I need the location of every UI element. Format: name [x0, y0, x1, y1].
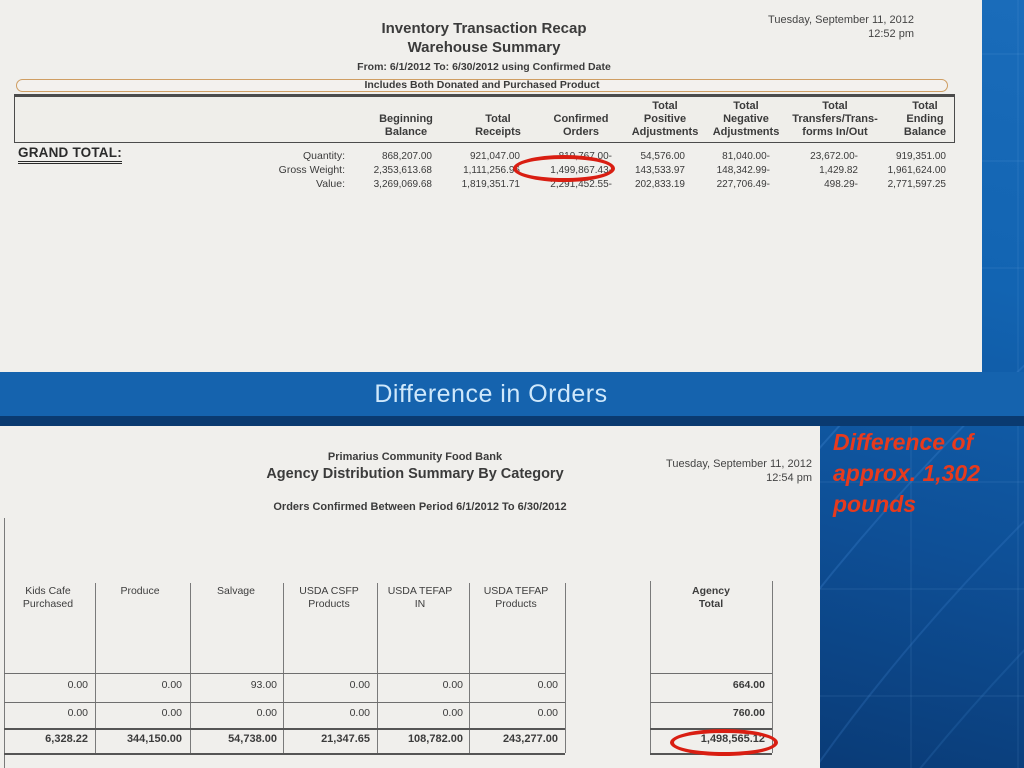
- cell: 0.00: [537, 707, 558, 719]
- col-header-total-receipts: Total Receipts: [475, 113, 521, 138]
- cell: 0.00: [161, 679, 182, 691]
- cell: 108,782.00: [407, 733, 463, 745]
- col-header-total-negative-adjustments: Total Negative Adjustments: [712, 100, 780, 138]
- cell: 2,353,613.68: [373, 165, 432, 176]
- cell: 54,738.00: [228, 733, 277, 745]
- cell: 93.00: [250, 679, 277, 691]
- inventory-recap-report: Tuesday, September 11, 2012 12:52 pm Inv…: [0, 0, 982, 372]
- table-rule: [565, 583, 566, 753]
- cell-agency-total: 664.00: [732, 679, 765, 691]
- cell: 2,771,597.25: [887, 179, 946, 190]
- col-header-kids-cafe-purchased: Kids Cafe Purchased: [22, 585, 74, 610]
- cell: 227,706.49-: [716, 179, 770, 190]
- col-header-total-positive-adjustments: Total Positive Adjustments: [631, 100, 699, 138]
- cell: 919,351.00: [895, 151, 946, 162]
- col-header-usda-tefap-in: USDA TEFAP IN: [387, 585, 453, 610]
- cell: 0.00: [349, 707, 370, 719]
- band-divider: [0, 416, 1024, 426]
- report-time: 12:54 pm: [766, 472, 812, 484]
- cell: 0.00: [67, 707, 88, 719]
- col-header-produce: Produce: [120, 585, 160, 597]
- slide-title: Difference in Orders: [374, 380, 608, 408]
- cell: 1,429.82: [819, 165, 858, 176]
- cell: 868,207.00: [381, 151, 432, 162]
- row-label: Value:: [316, 178, 345, 190]
- cell: 344,150.00: [126, 733, 182, 745]
- col-header-beginning-balance: Beginning Balance: [379, 113, 433, 138]
- table-rule: [650, 702, 772, 703]
- cell: 3,269,069.68: [373, 179, 432, 190]
- difference-annotation: Difference of approx. 1,302 pounds: [833, 429, 981, 517]
- table-row-quantity: Quantity: 868,207.00 921,047.00 819,767.…: [14, 150, 955, 163]
- report-date: Tuesday, September 11, 2012: [666, 458, 812, 470]
- agency-distribution-report: Primarius Community Food Bank Agency Dis…: [0, 426, 820, 768]
- cell: 21,347.65: [321, 733, 370, 745]
- row-label: Gross Weight:: [278, 164, 345, 176]
- table-header-box: Beginning Balance Total Receipts Confirm…: [14, 94, 955, 143]
- table-rule: [4, 702, 565, 703]
- cell: 0.00: [256, 707, 277, 719]
- row-label: Quantity:: [302, 150, 345, 162]
- cell: 0.00: [349, 679, 370, 691]
- cell: 0.00: [442, 707, 463, 719]
- includes-banner: Includes Both Donated and Purchased Prod…: [16, 79, 948, 92]
- table-rule: [4, 673, 565, 674]
- table-rule: [650, 673, 772, 674]
- cell: 81,040.00-: [722, 151, 770, 162]
- red-highlight-ellipse-confirmed-orders: [513, 155, 615, 182]
- cell: 0.00: [67, 679, 88, 691]
- table-rule: [4, 728, 565, 730]
- cell: 243,277.00: [502, 733, 558, 745]
- slide-title-band: Difference in Orders: [0, 372, 1024, 416]
- cell: 1,961,624.00: [887, 165, 946, 176]
- report-subtitle: Orders Confirmed Between Period 6/1/2012…: [273, 501, 567, 513]
- table-row-gross-weight: Gross Weight: 2,353,613.68 1,111,256.96 …: [14, 164, 955, 177]
- report-date-range: From: 6/1/2012 To: 6/30/2012 using Confi…: [357, 61, 611, 73]
- cell: 143,533.97: [634, 165, 685, 176]
- col-header-usda-tefap-products: USDA TEFAP Products: [483, 585, 549, 610]
- col-header-total-transfers: Total Transfers/Trans- forms In/Out: [792, 100, 878, 138]
- cell: 1,819,351.71: [461, 179, 520, 190]
- col-header-agency-total: Agency Total: [692, 585, 730, 610]
- table-rule: [4, 753, 565, 755]
- cell: 498.29-: [824, 179, 858, 190]
- table-rule: [772, 581, 773, 753]
- cell: 202,833.19: [634, 179, 685, 190]
- cell: 54,576.00: [640, 151, 686, 162]
- table-row-value: Value: 3,269,069.68 1,819,351.71 2,291,4…: [14, 178, 955, 191]
- report-title-line1: Inventory Transaction Recap: [381, 20, 587, 37]
- cell: 23,672.00-: [810, 151, 858, 162]
- cell-agency-total: 760.00: [732, 707, 765, 719]
- slide: Difference in Orders Tuesday, September …: [0, 0, 1024, 768]
- col-header-salvage: Salvage: [217, 585, 255, 597]
- table-rule: [4, 518, 5, 768]
- cell: 148,342.99-: [716, 165, 770, 176]
- cell: 0.00: [161, 707, 182, 719]
- col-header-total-ending-balance: Total Ending Balance: [903, 100, 947, 138]
- cell: 0.00: [442, 679, 463, 691]
- col-header-confirmed-orders: Confirmed Orders: [553, 113, 609, 138]
- cell: 1,111,256.96: [463, 165, 520, 176]
- report-datetime: Tuesday, September 11, 2012 12:54 pm: [666, 457, 812, 485]
- report-title-line2: Warehouse Summary: [407, 39, 561, 56]
- red-highlight-ellipse-agency-total: [670, 729, 778, 756]
- cell: 6,328.22: [45, 733, 88, 745]
- col-header-usda-csfp-products: USDA CSFP Products: [299, 585, 359, 610]
- cell: 921,047.00: [469, 151, 520, 162]
- cell: 0.00: [537, 679, 558, 691]
